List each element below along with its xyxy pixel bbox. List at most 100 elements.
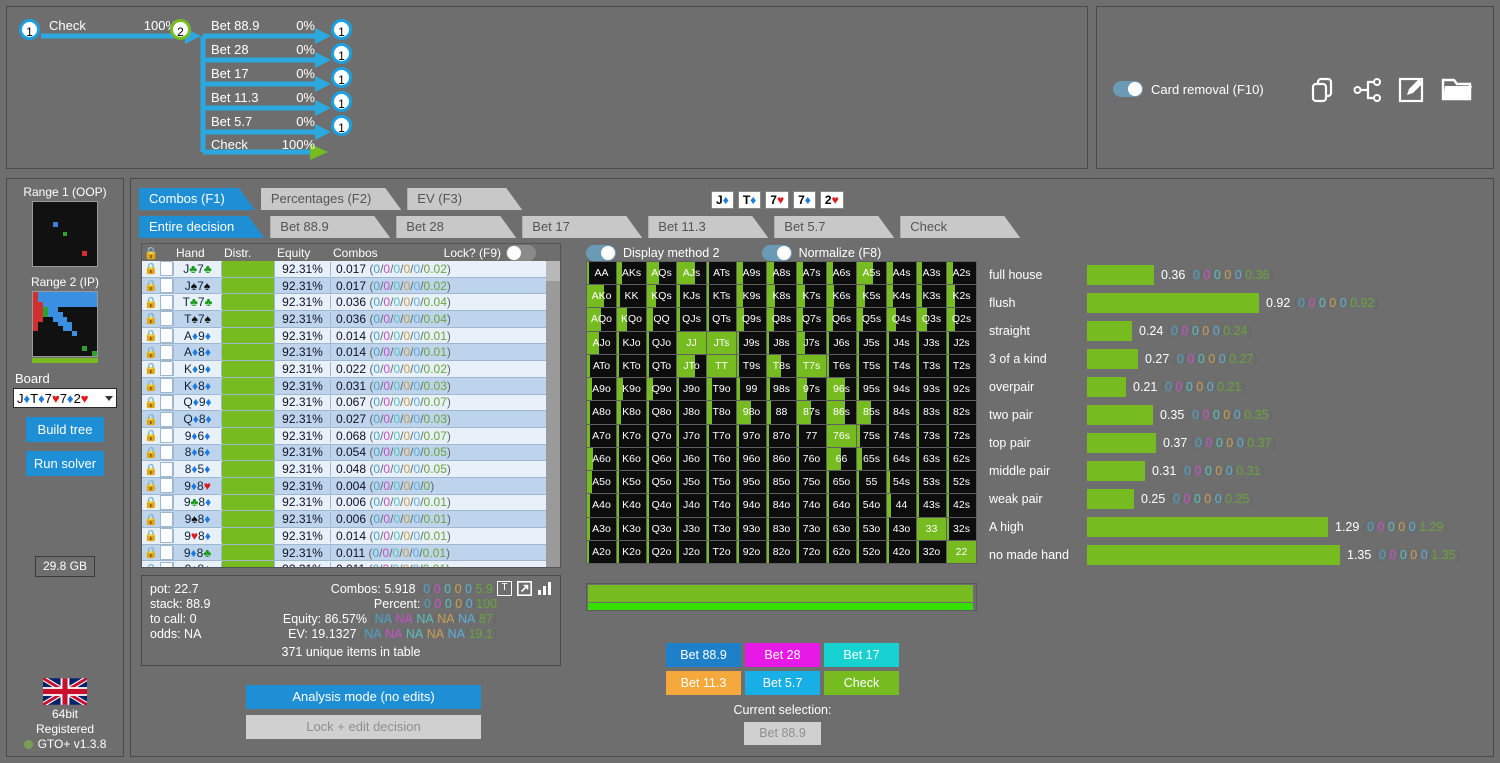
matrix-cell-A7o[interactable]: A7o: [587, 425, 616, 447]
matrix-cell-32o[interactable]: 32o: [917, 541, 946, 563]
matrix-cell-T5o[interactable]: T5o: [707, 471, 736, 493]
matrix-cell-AQs[interactable]: AQs: [647, 262, 676, 284]
table-row[interactable]: 🔒9♠8♦92.31%0.006 (0/0/0/0/0/0.01): [142, 511, 560, 528]
row-lock-icon[interactable]: 🔒: [142, 279, 160, 292]
table-row[interactable]: 🔒K♦9♦92.31%0.022 (0/0/0/0/0/0.02): [142, 361, 560, 378]
matrix-cell-94s[interactable]: 94s: [887, 378, 916, 400]
lock-edit-decision-button[interactable]: Lock + edit decision: [246, 715, 481, 739]
tree-branch-node-3[interactable]: 1: [331, 91, 352, 112]
matrix-cell-75o[interactable]: 75o: [797, 471, 826, 493]
decision-tab-6[interactable]: Check: [900, 216, 1020, 238]
hand-matrix[interactable]: AAAKsAQsAJsATsA9sA8sA7sA6sA5sA4sA3sA2sAK…: [586, 261, 977, 564]
matrix-cell-Q5o[interactable]: Q5o: [647, 471, 676, 493]
tree-branch-node-1[interactable]: 1: [331, 43, 352, 64]
matrix-cell-K4o[interactable]: K4o: [617, 494, 646, 516]
decision-tab-5[interactable]: Bet 5.7: [774, 216, 894, 238]
matrix-cell-QJo[interactable]: QJo: [647, 332, 676, 354]
matrix-cell-63s[interactable]: 63s: [917, 448, 946, 470]
matrix-cell-J5s[interactable]: J5s: [857, 332, 886, 354]
table-row[interactable]: 🔒T♣7♣92.31%0.036 (0/0/0/0/0/0.04): [142, 294, 560, 311]
matrix-cell-95s[interactable]: 95s: [857, 378, 886, 400]
matrix-cell-99[interactable]: 99: [737, 378, 766, 400]
matrix-cell-Q2o[interactable]: Q2o: [647, 541, 676, 563]
matrix-cell-A3s[interactable]: A3s: [917, 262, 946, 284]
matrix-cell-A6o[interactable]: A6o: [587, 448, 616, 470]
tree-branch-node-0[interactable]: 1: [331, 19, 352, 40]
display-method-row[interactable]: Display method 2: [586, 245, 720, 261]
matrix-cell-TT[interactable]: TT: [707, 355, 736, 377]
matrix-cell-95o[interactable]: 95o: [737, 471, 766, 493]
matrix-cell-KK[interactable]: KK: [617, 285, 646, 307]
matrix-cell-54s[interactable]: 54s: [887, 471, 916, 493]
matrix-cell-AKo[interactable]: AKo: [587, 285, 616, 307]
lock-toggle-group[interactable]: Lock? (F9): [444, 245, 536, 261]
matrix-cell-JTo[interactable]: JTo: [677, 355, 706, 377]
matrix-cell-97o[interactable]: 97o: [737, 425, 766, 447]
action-button-1[interactable]: Bet 28: [745, 643, 820, 667]
matrix-cell-22[interactable]: 22: [947, 541, 976, 563]
row-lock-icon[interactable]: 🔒: [142, 446, 160, 459]
matrix-cell-73s[interactable]: 73s: [917, 425, 946, 447]
matrix-cell-T8o[interactable]: T8o: [707, 401, 736, 423]
matrix-cell-86s[interactable]: 86s: [827, 401, 856, 423]
matrix-cell-T7s[interactable]: T7s: [797, 355, 826, 377]
row-lock-icon[interactable]: 🔒: [142, 563, 160, 568]
matrix-cell-93o[interactable]: 93o: [737, 518, 766, 540]
matrix-cell-K6o[interactable]: K6o: [617, 448, 646, 470]
normalize-row[interactable]: Normalize (F8): [762, 245, 882, 261]
matrix-cell-QTo[interactable]: QTo: [647, 355, 676, 377]
build-tree-button[interactable]: Build tree: [26, 417, 104, 442]
matrix-cell-42s[interactable]: 42s: [947, 494, 976, 516]
table-row[interactable]: 🔒A♦9♦92.31%0.014 (0/0/0/0/0/0.01): [142, 328, 560, 345]
row-lock-icon[interactable]: 🔒: [142, 463, 160, 476]
matrix-cell-88[interactable]: 88: [767, 401, 796, 423]
matrix-cell-A4s[interactable]: A4s: [887, 262, 916, 284]
matrix-cell-J4o[interactable]: J4o: [677, 494, 706, 516]
action-button-4[interactable]: Bet 5.7: [745, 671, 820, 695]
row-checkbox[interactable]: [160, 261, 173, 276]
tree-branch-node-2[interactable]: 1: [331, 67, 352, 88]
lock-toggle[interactable]: [506, 245, 536, 261]
matrix-cell-82s[interactable]: 82s: [947, 401, 976, 423]
row-checkbox[interactable]: [160, 462, 173, 477]
matrix-cell-Q9s[interactable]: Q9s: [737, 308, 766, 330]
decision-tab-1[interactable]: Bet 88.9: [270, 216, 390, 238]
tree-node-root[interactable]: 1: [19, 19, 40, 40]
view-tab-2[interactable]: EV (F3): [407, 188, 522, 210]
matrix-cell-96o[interactable]: 96o: [737, 448, 766, 470]
board-input[interactable]: J♦T♦7♥7♦2♥: [13, 388, 117, 408]
matrix-cell-82o[interactable]: 82o: [767, 541, 796, 563]
table-scroll-thumb[interactable]: [546, 261, 560, 281]
current-selection-value[interactable]: Bet 88.9: [744, 722, 821, 745]
table-row[interactable]: 🔒8♦6♦92.31%0.054 (0/0/0/0/0/0.05): [142, 445, 560, 462]
matrix-cell-74o[interactable]: 74o: [797, 494, 826, 516]
matrix-cell-A3o[interactable]: A3o: [587, 518, 616, 540]
matrix-cell-32s[interactable]: 32s: [947, 518, 976, 540]
matrix-cell-T5s[interactable]: T5s: [857, 355, 886, 377]
table-row[interactable]: 🔒Q♦8♦92.31%0.027 (0/0/0/0/0/0.03): [142, 411, 560, 428]
board-card-0[interactable]: J♦: [711, 191, 734, 209]
matrix-cell-A8o[interactable]: A8o: [587, 401, 616, 423]
row-lock-icon[interactable]: 🔒: [142, 296, 160, 309]
row-checkbox[interactable]: [160, 562, 173, 568]
matrix-cell-A2s[interactable]: A2s: [947, 262, 976, 284]
matrix-cell-Q7o[interactable]: Q7o: [647, 425, 676, 447]
matrix-cell-85o[interactable]: 85o: [767, 471, 796, 493]
matrix-cell-J6s[interactable]: J6s: [827, 332, 856, 354]
matrix-cell-A9o[interactable]: A9o: [587, 378, 616, 400]
row-checkbox[interactable]: [160, 528, 173, 543]
matrix-cell-A6s[interactable]: A6s: [827, 262, 856, 284]
row-checkbox[interactable]: [160, 478, 173, 493]
matrix-cell-66[interactable]: 66: [827, 448, 856, 470]
matrix-cell-J5o[interactable]: J5o: [677, 471, 706, 493]
decision-tab-3[interactable]: Bet 17: [522, 216, 642, 238]
matrix-cell-T7o[interactable]: T7o: [707, 425, 736, 447]
matrix-cell-K8o[interactable]: K8o: [617, 401, 646, 423]
copy-icon[interactable]: [1309, 75, 1339, 105]
table-row[interactable]: 🔒8♦5♦92.31%0.048 (0/0/0/0/0/0.05): [142, 461, 560, 478]
matrix-cell-A4o[interactable]: A4o: [587, 494, 616, 516]
export-icon[interactable]: [517, 581, 532, 596]
matrix-cell-Q8s[interactable]: Q8s: [767, 308, 796, 330]
matrix-cell-Q6s[interactable]: Q6s: [827, 308, 856, 330]
card-removal-toggle[interactable]: [1113, 81, 1143, 97]
